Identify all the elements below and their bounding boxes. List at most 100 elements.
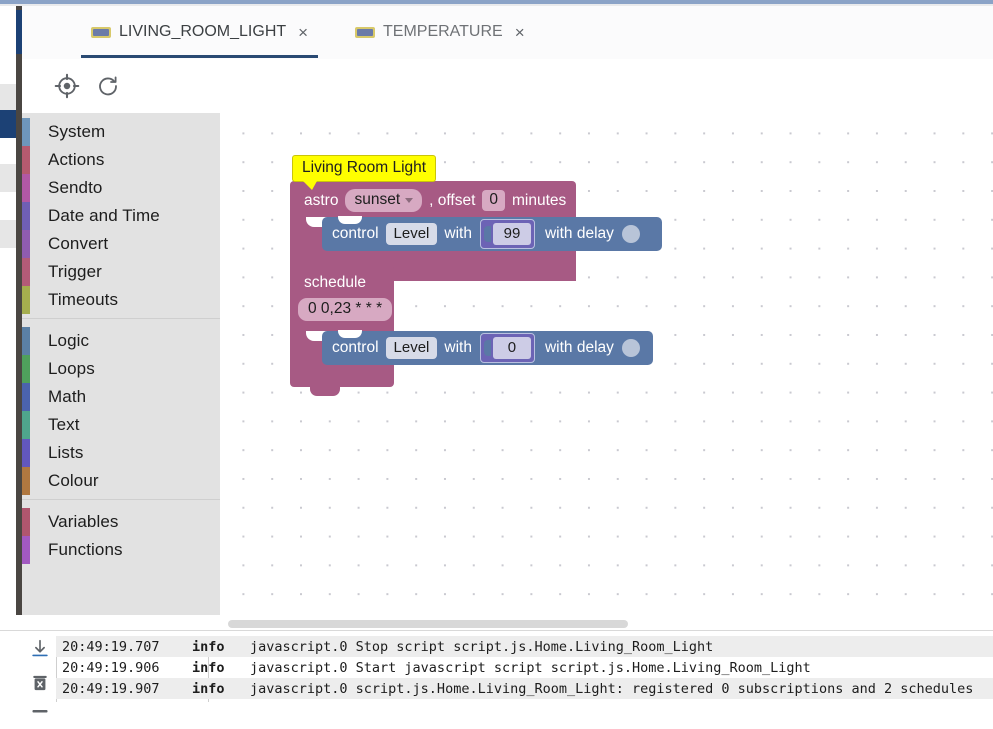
category-color-swatch [22, 174, 30, 202]
tab-close-icon[interactable]: × [515, 24, 525, 41]
scrollbar-thumb[interactable] [228, 620, 628, 628]
editor-toolbar [22, 59, 993, 114]
category-color-swatch [22, 327, 30, 355]
sidebar-separator [22, 318, 220, 327]
log-timestamp: 20:49:19.707 [62, 638, 160, 655]
schedule-label: schedule [304, 274, 367, 291]
center-blocks-button[interactable] [50, 69, 84, 103]
log-severity: info [192, 680, 225, 697]
schedule-cron-input[interactable]: 0 0,23 * * * [298, 298, 393, 321]
astro-event-dropdown[interactable]: sunset [345, 189, 423, 212]
log-row[interactable]: 20:49:19.707 info javascript.0 Stop scri… [56, 636, 993, 657]
log-timestamp: 20:49:19.907 [62, 680, 160, 697]
reload-button[interactable] [91, 69, 125, 103]
category-color-swatch [22, 355, 30, 383]
tab-label: TEMPERATURE [383, 23, 503, 40]
sidebar-item-date-and-time[interactable]: Date and Time [22, 202, 220, 230]
sidebar-item-actions[interactable]: Actions [22, 146, 220, 174]
sidebar-item-label: Loops [48, 359, 95, 378]
category-color-swatch [22, 146, 30, 174]
sidebar-item-label: Timeouts [48, 290, 119, 309]
action-block-control-99[interactable]: control Level with 99 with delay [322, 216, 662, 251]
category-color-swatch [22, 118, 30, 146]
sidebar-item-logic[interactable]: Logic [22, 327, 220, 355]
sidebar-item-math[interactable]: Math [22, 383, 220, 411]
socket-nub [483, 340, 491, 356]
control-delay-label: with delay [544, 339, 614, 356]
astro-event-value: sunset [354, 191, 401, 208]
blockly-workspace[interactable]: Living Room Light astro sunset , offset … [220, 113, 993, 615]
sidebar-item-label: Colour [48, 471, 99, 490]
control-value-socket[interactable]: 0 [479, 333, 535, 363]
control-target-dropdown[interactable]: Level [385, 337, 438, 359]
sidebar-item-timeouts[interactable]: Timeouts [22, 286, 220, 314]
sidebar-separator [22, 499, 220, 508]
sidebar-item-variables[interactable]: Variables [22, 508, 220, 536]
log-severity: info [192, 638, 225, 655]
sidebar-item-sendto[interactable]: Sendto [22, 174, 220, 202]
log-severity: info [192, 659, 225, 676]
rail-segment-active [0, 110, 16, 138]
category-color-swatch [22, 202, 30, 230]
top-notch [338, 216, 362, 224]
sidebar-item-colour[interactable]: Colour [22, 467, 220, 495]
tab-active-underline [81, 55, 319, 58]
top-notch [338, 330, 362, 338]
category-color-swatch [22, 258, 30, 286]
control-value[interactable]: 0 [492, 337, 531, 359]
control-value[interactable]: 99 [492, 223, 531, 245]
category-color-swatch [22, 439, 30, 467]
control-value-socket[interactable]: 99 [479, 219, 535, 249]
sidebar-item-label: Sendto [48, 178, 103, 197]
offset-label: , offset [429, 191, 476, 209]
control-target-dropdown[interactable]: Level [385, 223, 438, 245]
log-clear-button[interactable] [26, 669, 54, 697]
workspace-scrollbar[interactable] [228, 620, 988, 628]
sidebar-item-label: Trigger [48, 262, 102, 281]
action-block-control-0[interactable]: control Level with 0 with delay [322, 330, 653, 365]
sidebar-item-convert[interactable]: Convert [22, 230, 220, 258]
sidebar-item-label: Variables [48, 512, 119, 531]
log-extra-button[interactable] [26, 701, 54, 729]
sidebar-item-lists[interactable]: Lists [22, 439, 220, 467]
log-row[interactable]: 20:49:19.906 info javascript.0 Start jav… [56, 657, 993, 678]
rail-segment [0, 56, 16, 84]
control-delay-socket[interactable] [621, 339, 640, 357]
trash-icon [33, 675, 47, 691]
rail-segment [0, 138, 16, 164]
sidebar-item-loops[interactable]: Loops [22, 355, 220, 383]
log-export-button[interactable] [26, 635, 54, 663]
tab-close-icon[interactable]: × [298, 24, 308, 41]
log-timestamp: 20:49:19.906 [62, 659, 160, 676]
tab-label: LIVING_ROOM_LIGHT [119, 23, 287, 40]
crosshair-icon [54, 73, 80, 99]
log-message: javascript.0 script.js.Home.Living_Room_… [250, 680, 974, 697]
blockly-icon [355, 26, 375, 38]
sidebar-item-text[interactable]: Text [22, 411, 220, 439]
sidebar-item-trigger[interactable]: Trigger [22, 258, 220, 286]
log-panel: 20:49:19.707 info javascript.0 Stop scri… [0, 630, 993, 716]
socket-nub [483, 226, 491, 242]
log-toolbar [22, 631, 58, 716]
category-color-swatch [22, 467, 30, 495]
left-rail [0, 6, 16, 715]
rail-segment [0, 84, 16, 110]
category-color-swatch [22, 286, 30, 314]
control-delay-socket[interactable] [621, 225, 640, 243]
reload-icon [99, 76, 117, 96]
sidebar-item-label: Logic [48, 331, 90, 350]
sidebar-item-functions[interactable]: Functions [22, 536, 220, 564]
category-color-swatch [22, 411, 30, 439]
tab-living-room-light[interactable]: LIVING_ROOM_LIGHT × [81, 6, 319, 58]
category-color-swatch [22, 230, 30, 258]
toolbox-sidebar: System Actions Sendto Date and Time Conv… [22, 113, 221, 615]
blockly-script-editor: LIVING_ROOM_LIGHT × TEMPERATURE × System… [0, 0, 993, 716]
sidebar-item-system[interactable]: System [22, 118, 220, 146]
offset-input[interactable]: 0 [482, 190, 506, 211]
log-row[interactable]: 20:49:19.907 info javascript.0 script.js… [56, 678, 993, 699]
tab-temperature[interactable]: TEMPERATURE × [345, 6, 535, 58]
blockly-icon [91, 26, 111, 38]
control-with-label: with [444, 339, 472, 356]
block-comment[interactable]: Living Room Light [292, 155, 437, 190]
sidebar-item-label: Math [48, 387, 87, 406]
